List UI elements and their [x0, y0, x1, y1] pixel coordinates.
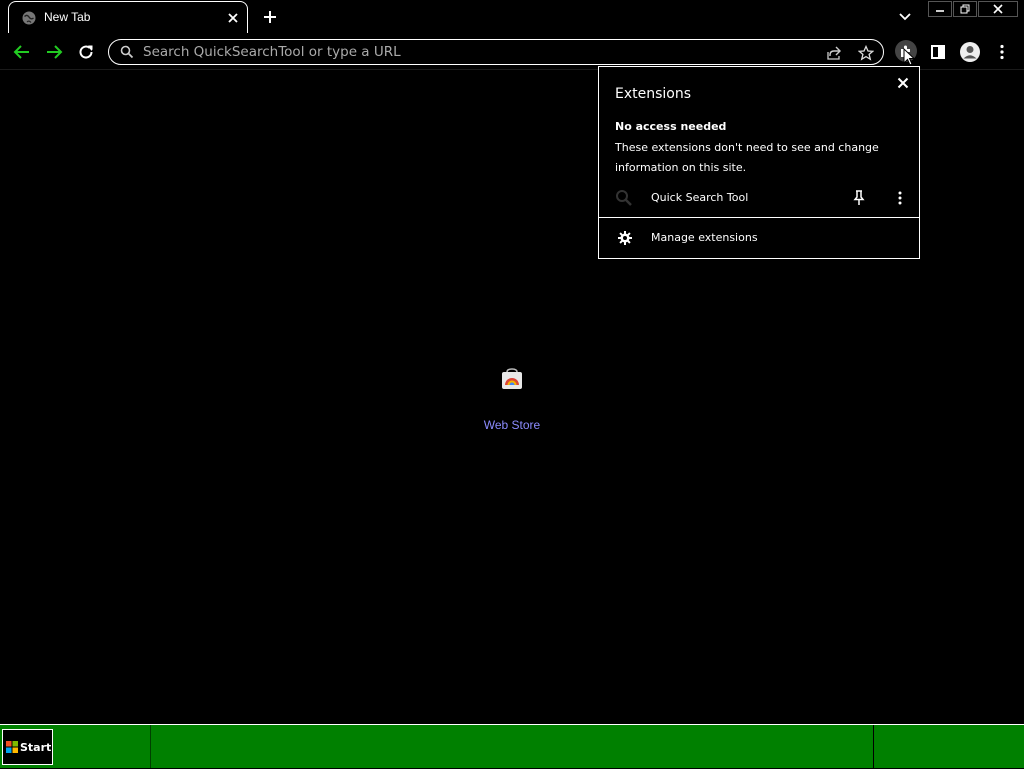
- mouse-cursor-icon: [903, 48, 915, 66]
- taskbar: Start: [0, 724, 1024, 769]
- tab-close-icon[interactable]: [225, 10, 241, 26]
- magnifier-icon: [615, 189, 633, 207]
- extension-more-kebab-icon[interactable]: [892, 190, 908, 206]
- close-icon[interactable]: [895, 75, 911, 91]
- section-heading: No access needed: [615, 120, 727, 133]
- windows-logo-icon: [6, 741, 18, 753]
- side-panel-icon[interactable]: [926, 40, 950, 64]
- start-label: Start: [20, 740, 52, 754]
- forward-arrow-icon[interactable]: [42, 40, 66, 64]
- window-restore-button[interactable]: [953, 1, 977, 17]
- search-icon: [120, 45, 134, 59]
- start-button[interactable]: Start: [2, 729, 53, 765]
- manage-extensions-label: Manage extensions: [651, 231, 758, 244]
- window-minimize-button[interactable]: [928, 1, 952, 17]
- divider: [599, 217, 919, 218]
- omnibox[interactable]: [108, 39, 884, 65]
- new-tab-plus-icon[interactable]: [262, 9, 278, 25]
- popup-title: Extensions: [615, 86, 692, 102]
- section-description: These extensions don't need to see and c…: [615, 141, 879, 174]
- tab-search-chevron-icon[interactable]: [898, 11, 912, 23]
- window-close-button[interactable]: [978, 1, 1018, 17]
- share-icon[interactable]: [826, 45, 842, 61]
- omnibox-input[interactable]: [143, 42, 783, 62]
- extension-name: Quick Search Tool: [651, 191, 749, 204]
- web-store-icon: [501, 368, 523, 390]
- tab-title: New Tab: [44, 10, 91, 24]
- browser-menu-kebab-icon[interactable]: [990, 40, 1014, 64]
- taskbar-divider: [150, 725, 151, 769]
- web-store-shortcut[interactable]: Web Store: [470, 364, 554, 436]
- system-tray: [873, 725, 1024, 769]
- extensions-popup: Extensions No access needed These extens…: [598, 66, 920, 259]
- profile-avatar-icon[interactable]: [958, 40, 982, 64]
- bookmark-star-icon[interactable]: [858, 45, 874, 61]
- globe-icon: [21, 10, 37, 26]
- gear-icon: [617, 230, 633, 246]
- reload-icon[interactable]: [74, 40, 98, 64]
- extension-item-quick-search-tool[interactable]: Quick Search Tool: [599, 183, 919, 217]
- tab-strip: New Tab: [0, 0, 1024, 34]
- tab-new-tab[interactable]: New Tab: [8, 1, 248, 33]
- web-store-label: Web Store: [483, 418, 541, 432]
- pin-icon[interactable]: [852, 190, 866, 206]
- back-arrow-icon[interactable]: [10, 40, 34, 64]
- browser-toolbar: [0, 34, 1024, 70]
- manage-extensions-button[interactable]: Manage extensions: [599, 221, 919, 255]
